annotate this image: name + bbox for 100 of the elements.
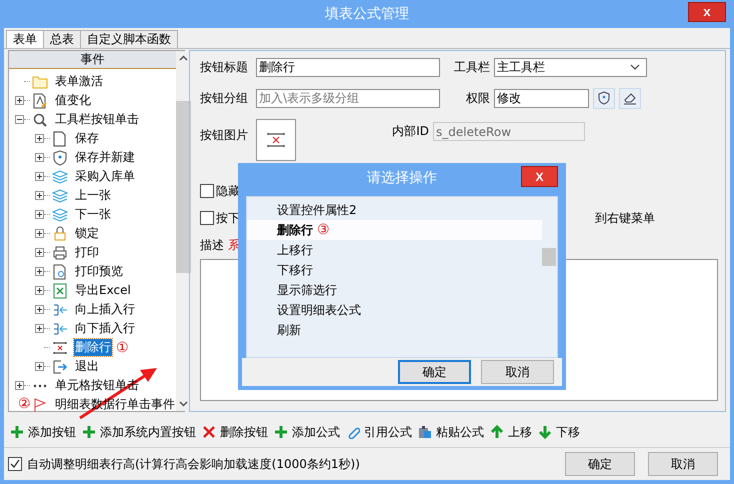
list-item[interactable]: 设置控件属性2 bbox=[277, 202, 357, 218]
tree-item[interactable]: 导出Excel bbox=[74, 282, 132, 299]
tab[interactable]: 自定义脚本函数 bbox=[80, 30, 178, 48]
dialog-button[interactable]: 取消 bbox=[648, 452, 718, 476]
tree-item[interactable]: 值变化 bbox=[54, 92, 92, 109]
list-item[interactable]: 设置明细表公式 bbox=[277, 302, 361, 318]
expand-toggle[interactable] bbox=[35, 286, 44, 295]
tree-item[interactable]: 保存 bbox=[74, 130, 100, 147]
annotation-number: ② bbox=[18, 396, 31, 412]
toolbar-button[interactable]: 粘贴公式 bbox=[418, 421, 484, 443]
insert-row-icon bbox=[52, 320, 68, 336]
toolbar-dropdown[interactable]: 主工具栏 bbox=[494, 58, 647, 76]
toolbar-button[interactable]: 上移 bbox=[490, 421, 532, 443]
permission-field[interactable]: 修改 bbox=[494, 88, 589, 108]
checkbox[interactable] bbox=[8, 457, 22, 471]
tree-item[interactable]: 打印 bbox=[74, 244, 100, 261]
tree-item[interactable]: 打印预览 bbox=[74, 263, 124, 280]
clipboard-icon bbox=[418, 425, 432, 439]
tree-item[interactable]: 锁定 bbox=[74, 225, 100, 242]
tree-item[interactable]: 下一张 bbox=[74, 206, 112, 223]
expand-toggle[interactable] bbox=[35, 210, 44, 219]
tree-item[interactable]: 采购入库单 bbox=[74, 168, 136, 185]
list-item[interactable]: 刷新 bbox=[277, 322, 301, 338]
checkbox[interactable] bbox=[200, 184, 214, 198]
field-label: 内部ID bbox=[391, 123, 430, 140]
spreadsheet-icon bbox=[52, 282, 68, 298]
tree-item[interactable]: 表单激活 bbox=[54, 73, 104, 90]
field-label: 按钮图片 bbox=[200, 127, 249, 144]
insert-row-icon bbox=[52, 302, 68, 318]
tree-item[interactable]: 向下插入行 bbox=[74, 320, 136, 337]
column-header: 事件 bbox=[9, 51, 176, 69]
window-title: 填表公式管理 bbox=[325, 5, 409, 23]
tree-item[interactable]: 删除行 bbox=[74, 339, 112, 356]
list-item[interactable]: 删除行 bbox=[277, 222, 313, 238]
toolbar-button[interactable]: 下移 bbox=[538, 421, 580, 443]
image-preview[interactable] bbox=[256, 119, 296, 161]
expand-toggle[interactable] bbox=[35, 324, 44, 333]
shield-icon bbox=[597, 91, 611, 105]
list-item[interactable]: 上移行 bbox=[277, 242, 313, 258]
tab[interactable]: 总表 bbox=[43, 30, 81, 48]
tree-item[interactable]: 保存并新建 bbox=[74, 149, 136, 166]
shield-button[interactable] bbox=[593, 88, 615, 108]
expand-toggle[interactable] bbox=[15, 96, 24, 105]
dialog-button[interactable]: 确定 bbox=[565, 452, 635, 476]
checkmark-icon bbox=[10, 459, 20, 469]
expand-toggle[interactable] bbox=[35, 153, 44, 162]
expand-toggle[interactable] bbox=[35, 248, 44, 257]
annotation-number: ③ bbox=[317, 222, 330, 238]
checkbox-label: 到右键菜单 bbox=[595, 210, 655, 226]
field-label: 按钮分组 bbox=[200, 90, 249, 106]
chevron-down-icon[interactable] bbox=[179, 401, 188, 407]
page-icon bbox=[52, 130, 68, 146]
expand-toggle[interactable] bbox=[35, 191, 44, 200]
chevron-up-icon[interactable] bbox=[179, 55, 188, 61]
dialog-button[interactable]: 确定 bbox=[398, 360, 471, 384]
tree-item[interactable]: 向上插入行 bbox=[74, 301, 136, 318]
dialog-button[interactable]: 取消 bbox=[481, 360, 554, 384]
link-icon bbox=[346, 425, 360, 439]
expand-toggle[interactable] bbox=[15, 381, 24, 390]
flag-icon bbox=[32, 396, 48, 412]
eraser-icon bbox=[623, 91, 637, 105]
tree-item[interactable]: 工具栏按钮单击 bbox=[54, 111, 140, 128]
list-item[interactable]: 显示筛选行 bbox=[277, 282, 337, 298]
dialog-title: 请选择操作 bbox=[367, 169, 437, 187]
expand-toggle[interactable] bbox=[35, 305, 44, 314]
eraser-button[interactable] bbox=[619, 88, 641, 108]
layers-icon bbox=[52, 206, 68, 222]
arrow-down-icon bbox=[538, 425, 552, 439]
expand-toggle[interactable] bbox=[35, 134, 44, 143]
group-field[interactable]: 加入\表示多级分组 bbox=[256, 88, 440, 108]
shield-icon bbox=[52, 150, 68, 166]
field-label: 描述 bbox=[200, 237, 224, 253]
expand-toggle[interactable] bbox=[35, 229, 44, 238]
printer-icon bbox=[52, 244, 68, 260]
toolbar-button[interactable]: 添加系统内置按钮 bbox=[82, 421, 196, 443]
expand-toggle[interactable] bbox=[35, 267, 44, 276]
checkbox-label: 自动调整明细表行高(计算行高会影响加载速度(1000条约1秒)) bbox=[27, 456, 361, 472]
arrow-up-icon bbox=[490, 425, 504, 439]
scrollbar[interactable] bbox=[176, 51, 191, 411]
plus-icon bbox=[10, 425, 24, 439]
list-item[interactable]: 下移行 bbox=[277, 262, 313, 278]
close-button[interactable]: x bbox=[688, 2, 726, 22]
toolbar-button[interactable]: 删除按钮 bbox=[202, 421, 268, 443]
field-label: 工具栏 bbox=[453, 58, 491, 76]
toolbar-button[interactable]: 添加公式 bbox=[274, 421, 340, 443]
title-field[interactable]: 删除行 bbox=[256, 58, 440, 76]
tree-item[interactable]: 退出 bbox=[74, 358, 100, 375]
close-button[interactable]: X bbox=[521, 166, 558, 187]
toolbar-button[interactable]: 添加按钮 bbox=[10, 421, 76, 443]
field-label: 按钮标题 bbox=[200, 58, 249, 76]
tab[interactable]: 表单 bbox=[6, 30, 44, 48]
toolbar-button[interactable]: 引用公式 bbox=[346, 421, 412, 443]
collapse-toggle[interactable] bbox=[15, 115, 24, 124]
checkbox[interactable] bbox=[200, 211, 214, 225]
expand-toggle[interactable] bbox=[35, 172, 44, 181]
tree-item[interactable]: 上一张 bbox=[74, 187, 112, 204]
chevron-down-icon bbox=[630, 64, 640, 70]
annotation-number: ① bbox=[116, 340, 129, 356]
close-icon bbox=[202, 425, 216, 439]
expand-toggle[interactable] bbox=[35, 362, 44, 371]
